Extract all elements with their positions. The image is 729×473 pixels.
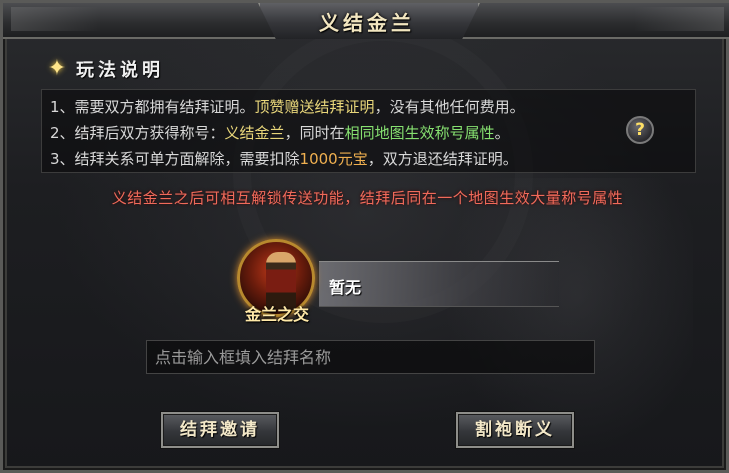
left-ornament — [11, 7, 101, 31]
help-icon[interactable]: ? — [626, 116, 654, 144]
partner-title-label: 金兰之交 — [244, 305, 309, 324]
rule-line-3: 3、结拜关系可单方面解除，需要扣除1000元宝，双方退还结拜证明。 — [50, 148, 518, 169]
rule-2-text: 2、结拜后双方获得称号： — [50, 124, 225, 142]
partner-avatar-frame: 金兰之交 — [231, 237, 323, 327]
rule-3-text: 3、结拜关系可单方面解除，需要扣除 — [50, 150, 300, 168]
window-title: 义结金兰 — [319, 11, 415, 35]
rule-2-effect-highlight: 相同地图生效称号属性 — [344, 124, 495, 142]
partner-name: 暂无 — [329, 278, 362, 297]
rule-1-text-end: ，没有其他任何费用。 — [374, 98, 525, 116]
section-header: ✦ 玩法说明 — [46, 56, 164, 82]
rule-2-title-highlight: 义结金兰 — [224, 124, 285, 142]
section-title: 玩法说明 — [76, 60, 164, 81]
rule-3-text-end: ，双方退还结拜证明。 — [367, 150, 518, 168]
rules-box: 1、需要双方都拥有结拜证明。顶赞赠送结拜证明，没有其他任何费用。 2、结拜后双方… — [41, 89, 696, 173]
right-ornament — [634, 7, 724, 31]
invite-button[interactable]: 结拜邀请 — [161, 412, 279, 448]
sparkle-icon: ✦ — [47, 56, 67, 81]
rule-line-1: 1、需要双方都拥有结拜证明。顶赞赠送结拜证明，没有其他任何费用。 — [50, 96, 525, 117]
rule-1-highlight: 顶赞赠送结拜证明 — [254, 98, 375, 116]
rule-2-text-end: 。 — [494, 124, 510, 142]
rule-3-cost-highlight: 1000元宝 — [299, 150, 368, 168]
notice-text: 义结金兰之后可相互解锁传送功能，结拜后同在一个地图生效大量称号属性 — [111, 189, 624, 207]
sworn-brotherhood-panel: 义结金兰 ✦ 玩法说明 1、需要双方都拥有结拜证明。顶赞赠送结拜证明，没有其他任… — [0, 0, 729, 473]
partner-name-bar: 暂无 — [319, 261, 559, 307]
rule-1-text: 1、需要双方都拥有结拜证明。 — [50, 98, 255, 116]
title-bar: 义结金兰 — [3, 3, 729, 39]
sworn-name-input[interactable] — [146, 340, 595, 374]
rule-line-2: 2、结拜后双方获得称号：义结金兰，同时在相同地图生效称号属性。 — [50, 122, 510, 143]
rule-2-text-mid: ，同时在 — [284, 124, 345, 142]
break-bond-button[interactable]: 割袍断义 — [456, 412, 574, 448]
